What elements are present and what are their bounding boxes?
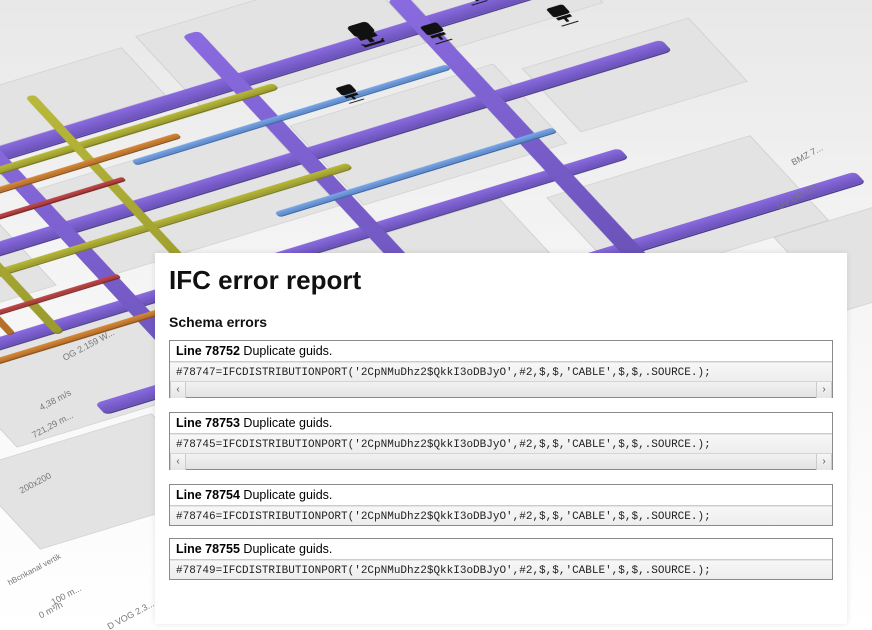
error-block: Line 78755 Duplicate guids. #78749=IFCDI… [169,538,833,580]
error-header: Line 78755 Duplicate guids. [170,539,832,560]
error-block: Line 78754 Duplicate guids. #78746=IFCDI… [169,484,833,526]
error-message: Duplicate guids. [243,488,332,502]
error-code: #78746=IFCDISTRIBUTIONPORT('2CpNMuDhz2$Q… [170,506,832,525]
error-line-label: Line 78753 [176,416,240,430]
error-code: #78749=IFCDISTRIBUTIONPORT('2CpNMuDhz2$Q… [170,560,832,579]
ifc-error-report-panel: IFC error report Schema errors Line 7875… [155,253,847,624]
error-code: #78747=IFCDISTRIBUTIONPORT('2CpNMuDhz2$Q… [170,362,832,381]
error-line-label: Line 78752 [176,344,240,358]
error-header: Line 78753 Duplicate guids. [170,413,832,434]
error-message: Duplicate guids. [243,416,332,430]
scroll-right-icon[interactable]: › [816,382,832,398]
report-title: IFC error report [169,265,833,296]
report-section-heading: Schema errors [169,314,833,330]
error-line-label: Line 78755 [176,542,240,556]
horizontal-scrollbar[interactable]: ‹ › [170,453,832,469]
scroll-left-icon[interactable]: ‹ [170,382,186,398]
error-line-label: Line 78754 [176,488,240,502]
error-message: Duplicate guids. [243,344,332,358]
error-message: Duplicate guids. [243,542,332,556]
scroll-right-icon[interactable]: › [816,454,832,470]
scroll-track[interactable] [186,382,816,397]
error-header: Line 78754 Duplicate guids. [170,485,832,506]
error-block: Line 78753 Duplicate guids. #78745=IFCDI… [169,412,833,470]
error-header: Line 78752 Duplicate guids. [170,341,832,362]
scroll-track[interactable] [186,454,816,469]
scroll-left-icon[interactable]: ‹ [170,454,186,470]
horizontal-scrollbar[interactable]: ‹ › [170,381,832,397]
error-block: Line 78752 Duplicate guids. #78747=IFCDI… [169,340,833,398]
error-code: #78745=IFCDISTRIBUTIONPORT('2CpNMuDhz2$Q… [170,434,832,453]
